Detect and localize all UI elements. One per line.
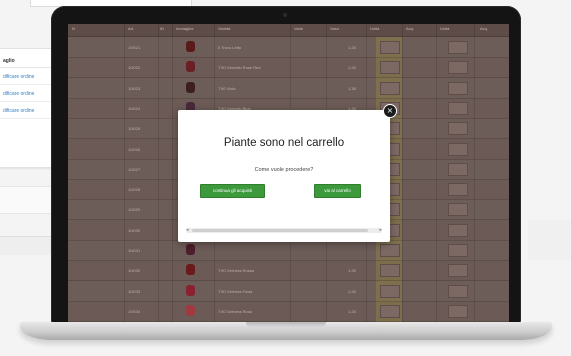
plant-thumbnail — [186, 264, 195, 276]
table-row: 10/031 — [68, 240, 509, 261]
quantity-input[interactable] — [448, 183, 468, 197]
laptop-base — [20, 322, 552, 340]
close-icon[interactable]: × — [383, 104, 397, 118]
table-row: 10/034 T.90 Gerbera Rosa 1,26 — [68, 301, 509, 322]
quantity-input[interactable] — [448, 304, 468, 318]
quantity-input[interactable] — [448, 203, 468, 217]
quantity-input[interactable] — [380, 41, 400, 54]
column-header: Varietà — [218, 26, 231, 31]
article-code: 10/021 — [128, 45, 141, 50]
variety-name: T.90 Gemello Rose Red — [218, 65, 261, 71]
quantity-input[interactable] — [380, 304, 400, 318]
scrollbar-thumb[interactable] — [192, 229, 368, 232]
table-row: 10/033 T.90 Gerbera Fuxia 1,26 — [68, 281, 509, 302]
quantity-input[interactable] — [448, 142, 468, 156]
scroll-left-icon[interactable]: ◂ — [186, 227, 189, 233]
article-code: 10/023 — [128, 85, 141, 91]
column-header: N — [72, 26, 75, 31]
quantity-input[interactable] — [448, 61, 468, 75]
price: 1,26 — [348, 268, 356, 274]
quantity-input[interactable] — [448, 284, 468, 298]
price: 1,26 — [348, 288, 356, 294]
table-row: 10/023 T.90 Viola 1,38 — [68, 78, 509, 99]
table-row: 10/032 T.90 Gerbera Rossa 1,26 — [68, 260, 509, 282]
quantity-input[interactable] — [448, 81, 468, 95]
price: 1,26 — [348, 45, 356, 50]
column-header: Unità — [440, 26, 450, 31]
price: 1,38 — [348, 85, 356, 91]
variety-name: Il Trovo Letto — [218, 45, 242, 50]
cart-modal: × Piante sono nel carrello Come vuole pr… — [178, 104, 397, 242]
camera-icon — [283, 13, 287, 17]
horizontal-scrollbar[interactable]: ◂ ▸ — [186, 227, 382, 233]
article-code: 10/031 — [128, 248, 141, 253]
go-to-cart-button[interactable]: vai al carrello — [314, 184, 361, 198]
scroll-right-icon[interactable]: ▸ — [379, 227, 382, 233]
article-code: 10/025 — [128, 126, 141, 132]
column-header: Varie — [294, 26, 304, 31]
quantity-input[interactable] — [380, 81, 400, 95]
article-code: 10/034 — [128, 308, 141, 314]
article-code: 10/024 — [128, 105, 141, 111]
laptop-notch — [246, 322, 326, 327]
variety-name: T.90 Viola — [218, 85, 236, 91]
table-row: 10/021 Il Trovo Letto 1,26 — [68, 37, 509, 58]
plant-thumbnail — [186, 304, 195, 316]
quantity-input[interactable] — [448, 244, 468, 257]
column-header: Vaso — [330, 26, 339, 31]
article-code: 10/029 — [128, 207, 141, 213]
variety-name: T.90 Gerbera Rosa — [218, 308, 252, 314]
column-header: Unità — [370, 26, 380, 31]
article-code: 10/027 — [128, 166, 141, 172]
variety-name: T.90 Gerbera Rossa — [218, 268, 254, 274]
quantity-input[interactable] — [448, 122, 468, 136]
quantity-input[interactable] — [448, 101, 468, 115]
quantity-input[interactable] — [448, 223, 468, 237]
table-row: 10/022 T.90 Gemello Rose Red 1,26 — [68, 57, 509, 79]
quantity-input[interactable] — [448, 162, 468, 176]
plant-thumbnail — [186, 284, 195, 296]
price: 1,26 — [348, 65, 356, 71]
column-header: Art. — [128, 26, 135, 31]
article-code: 10/030 — [128, 227, 141, 233]
modal-subtitle: Come vuole procedere? — [254, 167, 314, 173]
table-header: N Art. ID Immagine Varietà Varie Vaso Un… — [68, 24, 509, 37]
plant-thumbnail — [186, 81, 195, 93]
variety-name: T.90 Gerbera Fuxia — [218, 288, 253, 294]
column-header: Acq. — [406, 26, 415, 31]
plant-thumbnail — [186, 41, 195, 52]
column-header: Immagine — [176, 26, 194, 31]
plant-thumbnail — [186, 61, 195, 73]
column-header: Acq. — [480, 26, 489, 31]
article-code: 10/033 — [128, 288, 141, 294]
article-code: 10/022 — [128, 65, 141, 71]
article-code: 10/026 — [128, 146, 141, 152]
quantity-input[interactable] — [448, 41, 468, 54]
modal-title: Piante sono nel carrello — [223, 137, 345, 149]
article-code: 10/032 — [128, 268, 141, 274]
column-header: ID — [160, 26, 164, 31]
plant-thumbnail — [186, 244, 195, 255]
quantity-input[interactable] — [380, 244, 400, 257]
continue-shopping-button[interactable]: continua gli acquisti — [200, 184, 265, 198]
quantity-input[interactable] — [448, 264, 468, 278]
quantity-input[interactable] — [380, 264, 400, 278]
quantity-input[interactable] — [380, 61, 400, 75]
article-code: 10/028 — [128, 187, 141, 193]
quantity-input[interactable] — [380, 284, 400, 298]
price: 1,26 — [348, 308, 356, 314]
background-shadow — [528, 220, 571, 260]
